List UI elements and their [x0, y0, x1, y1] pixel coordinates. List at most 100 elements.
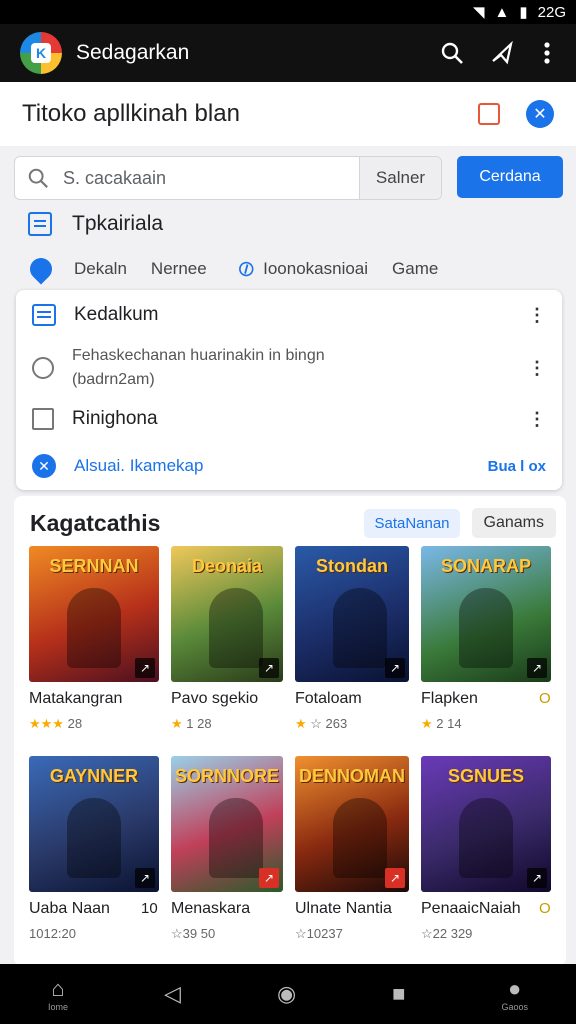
nav-games-label: Gaoos: [501, 1002, 528, 1012]
status-bar: ◥ ▲ ▮ 22G: [0, 0, 576, 24]
install-badge-icon[interactable]: ↗: [135, 868, 155, 888]
game-thumbnail[interactable]: SGNUES ↗: [421, 756, 551, 892]
nav-back[interactable]: ◁: [164, 981, 181, 1007]
game-card[interactable]: GAYNNER ↗ Uaba Naan 1012:20 10: [29, 756, 159, 941]
game-character: [67, 798, 121, 878]
game-art-title: GAYNNER: [49, 766, 139, 786]
game-rating: ★ 2 14: [421, 716, 551, 732]
attachment-icon: ⊘: [231, 253, 260, 285]
app-title: Sedagarkan: [76, 41, 190, 64]
game-art-title: Stondan: [316, 556, 388, 576]
game-card[interactable]: Stondan ↗ Fotaloam ★ ☆ 263: [295, 546, 409, 732]
app-bar: K Sedagarkan: [0, 24, 576, 82]
option-row-kedalkum[interactable]: Kedalkum ⋮: [32, 304, 546, 326]
tab-ganams[interactable]: Ganams: [471, 508, 556, 538]
install-badge-icon[interactable]: ↗: [259, 868, 279, 888]
wifi-icon: ◥: [472, 4, 485, 21]
game-meta: ☆10237: [295, 926, 343, 941]
game-card[interactable]: DENNOMAN ↗ Ulnate Nantia ☆10237: [295, 756, 409, 942]
primary-button[interactable]: Cerdana: [457, 156, 563, 198]
game-card[interactable]: SORNNORE ↗ Menaskara ☆39 50: [171, 756, 283, 942]
square-icon: ■: [392, 981, 406, 1006]
card-link[interactable]: Alsuai. Ikamekap: [74, 456, 203, 476]
game-meta: 1 28: [186, 716, 212, 731]
game-name: Matakangran: [29, 690, 123, 707]
star-icon: ★: [295, 716, 307, 731]
tab-active[interactable]: SataNanan: [364, 508, 460, 538]
battery-icon: ▮: [519, 4, 528, 21]
checkbox-icon[interactable]: [32, 408, 54, 430]
install-badge-icon[interactable]: ↗: [135, 658, 155, 678]
nav-bar: ⌂ Iome ◁ ◉ ■ ● Gaoos: [0, 964, 576, 1024]
game-thumbnail[interactable]: Stondan ↗: [295, 546, 409, 682]
person-icon: ●: [508, 976, 522, 1001]
game-thumbnail[interactable]: DENNOMAN ↗: [295, 756, 409, 892]
status-text: 22G: [537, 3, 566, 21]
page-title: Titoko apllkinah blan: [22, 100, 240, 127]
option-row-rinighona[interactable]: Rinighona ⋮: [32, 408, 546, 430]
more-icon[interactable]: ⋮: [528, 409, 546, 430]
more-icon[interactable]: ⋮: [528, 358, 546, 379]
game-extra: 10: [141, 900, 158, 917]
select-button[interactable]: Salner: [359, 157, 441, 199]
accessibility-button[interactable]: ✕: [526, 100, 554, 128]
game-rating: ☆22 329: [421, 926, 551, 942]
search-field[interactable]: S. cacakaain Salner: [14, 156, 442, 200]
search-icon[interactable]: [440, 41, 464, 65]
game-character: [459, 588, 513, 668]
card-link-right[interactable]: Bua l ox: [488, 458, 546, 475]
star-icon: ★★★: [29, 716, 64, 731]
nav-home-circle[interactable]: ◉: [277, 981, 296, 1007]
game-meta: ☆22 329: [421, 926, 473, 941]
game-card[interactable]: SGNUES ↗ PenaaicNaiah ☆22 329 O: [421, 756, 551, 942]
install-badge-icon[interactable]: ↗: [527, 658, 547, 678]
game-rating: ★ ☆ 263: [295, 716, 409, 732]
square-toggle-button[interactable]: [478, 103, 500, 125]
game-rating: ★ 1 28: [171, 716, 283, 732]
page-header: Titoko apllkinah blan ✕: [0, 82, 576, 146]
app-logo: K: [20, 32, 62, 74]
chip-ioonokasnioai[interactable]: Ioonokasnioai: [263, 259, 368, 279]
option-row-description[interactable]: Fehaskechanan huarinakin in bingn (badrn…: [32, 344, 546, 392]
game-name: Fotaloam: [295, 690, 362, 707]
game-rating: ★★★ 28: [29, 716, 159, 732]
game-meta: 1012:20: [29, 926, 76, 941]
option-row-link: ✕ Alsuai. Ikamekap Bua l ox: [32, 454, 546, 478]
game-thumbnail[interactable]: Deonaia ↗: [171, 546, 283, 682]
search-input[interactable]: S. cacakaain: [63, 168, 166, 189]
list-icon: [32, 304, 56, 326]
game-art-title: Deonaia: [191, 556, 263, 576]
game-rating: 1012:20: [29, 926, 159, 941]
install-badge-icon[interactable]: ↗: [385, 868, 405, 888]
game-extra: O: [539, 690, 551, 707]
games-title: Kagatcathis: [30, 509, 161, 536]
logo-glyph: K: [31, 43, 51, 63]
send-icon[interactable]: [490, 41, 514, 65]
game-thumbnail[interactable]: SONARAP ↗: [421, 546, 551, 682]
game-card[interactable]: SONARAP ↗ Flapken ★ 2 14 O: [421, 546, 551, 732]
game-thumbnail[interactable]: SORNNORE ↗: [171, 756, 283, 892]
location-pin-icon: [25, 253, 57, 285]
section-heading: Tpkairiala: [28, 212, 163, 236]
install-badge-icon[interactable]: ↗: [259, 658, 279, 678]
game-name: Ulnate Nantia: [295, 900, 392, 917]
nav-recents[interactable]: ■: [392, 981, 405, 1007]
more-icon[interactable]: ⋮: [528, 305, 546, 326]
game-card[interactable]: SERNNAN ↗ Matakangran ★★★ 28: [29, 546, 159, 732]
game-thumbnail[interactable]: SERNNAN ↗: [29, 546, 159, 682]
game-rating: ☆10237: [295, 926, 409, 942]
install-badge-icon[interactable]: ↗: [527, 868, 547, 888]
chip-game[interactable]: Game: [392, 259, 438, 279]
more-vert-icon[interactable]: [540, 41, 554, 65]
game-character: [333, 798, 387, 878]
game-card[interactable]: Deonaia ↗ Pavo sgekio ★ 1 28: [171, 546, 283, 732]
game-thumbnail[interactable]: GAYNNER ↗: [29, 756, 159, 892]
install-badge-icon[interactable]: ↗: [385, 658, 405, 678]
nav-profile[interactable]: ● Gaoos: [501, 976, 528, 1012]
chip-dekaln[interactable]: Dekaln: [74, 259, 127, 279]
chip-nernee[interactable]: Nernee: [151, 259, 207, 279]
filter-chips: Dekaln Nernee ⊘ Ioonokasnioai Game: [25, 253, 462, 285]
game-meta: 28: [67, 716, 83, 731]
game-character: [459, 798, 513, 878]
nav-home[interactable]: ⌂ Iome: [48, 976, 68, 1012]
